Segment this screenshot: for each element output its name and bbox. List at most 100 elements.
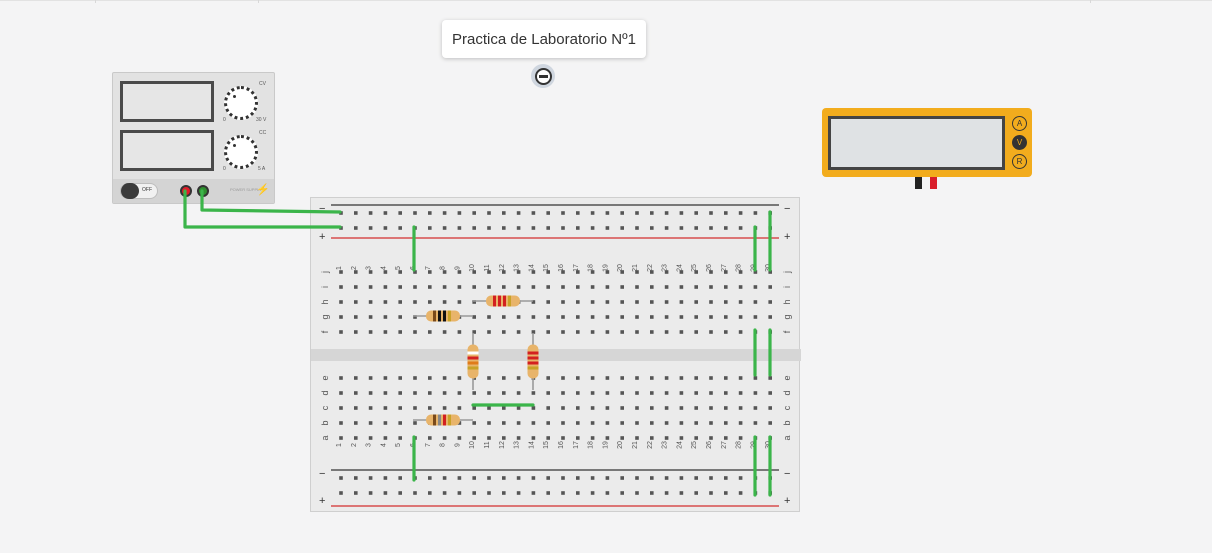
rail-hole [413, 226, 417, 230]
column-number-bottom: 28 [736, 441, 743, 449]
note-collapse-icon[interactable] [531, 64, 555, 88]
power-supply[interactable]: CV CC 0 30 V 0 5 A OFF POWER SUPPLY ⚡ [112, 72, 275, 204]
hole [709, 391, 713, 395]
hole [339, 436, 343, 440]
rail-hole [650, 491, 654, 495]
hole [502, 421, 506, 425]
hole [516, 406, 521, 410]
hole [590, 270, 595, 274]
negative-terminal[interactable] [197, 185, 209, 197]
column-number-bottom: 6 [410, 443, 417, 447]
multimeter-black-probe[interactable] [915, 177, 922, 189]
rail-hole [442, 491, 447, 495]
rail-hole [694, 491, 698, 495]
hole [339, 376, 343, 380]
rail-hole [413, 211, 417, 215]
column-number-top: 8 [440, 266, 447, 270]
rail-hole [664, 476, 669, 480]
hole [709, 436, 713, 440]
power-switch[interactable]: OFF [120, 183, 158, 199]
mode-voltmeter-button[interactable]: V [1012, 135, 1027, 150]
hole [590, 406, 595, 410]
rail-hole [620, 211, 624, 215]
hole [339, 330, 343, 334]
rail-hole [753, 211, 758, 215]
multimeter[interactable]: A V R [822, 108, 1032, 177]
hole [472, 376, 476, 380]
hole [487, 376, 491, 380]
hole [398, 300, 402, 304]
row-letter: g [782, 314, 792, 319]
column-number-bottom: 17 [573, 441, 580, 449]
rail-hole [428, 491, 432, 495]
hole [487, 406, 491, 410]
column-number-bottom: 20 [617, 441, 624, 449]
mode-ammeter-button[interactable]: A [1012, 116, 1027, 131]
hole [724, 330, 728, 334]
rail-hole [605, 226, 610, 230]
positive-terminal[interactable] [180, 185, 192, 197]
rail-hole [339, 226, 343, 230]
hole [561, 376, 565, 380]
hole [753, 315, 758, 319]
column-number-top: 9 [454, 266, 461, 270]
rail-hole [664, 211, 669, 215]
hole [487, 421, 491, 425]
row-letter: b [782, 420, 792, 425]
hole [457, 270, 462, 274]
hole [620, 315, 624, 319]
mode-ohmmeter-button[interactable]: R [1012, 154, 1027, 169]
column-number-bottom: 1 [336, 443, 343, 447]
column-number-bottom: 13 [514, 441, 521, 449]
hole [516, 376, 521, 380]
hole [620, 285, 624, 289]
breadboard-grid: −+−+−+−+11223344556677889910101111121213… [311, 203, 801, 507]
circuit-title-note[interactable]: Practica de Laboratorio Nº1 [442, 20, 646, 58]
hole [738, 436, 743, 440]
hole [768, 315, 772, 319]
hole [679, 406, 684, 410]
hole [487, 330, 491, 334]
rail-hole [694, 211, 698, 215]
hole [487, 285, 491, 289]
hole [768, 270, 772, 274]
rail-hole [738, 476, 743, 480]
rail-hole [472, 211, 476, 215]
hole [413, 421, 417, 425]
hole [620, 376, 624, 380]
hole [502, 376, 506, 380]
multimeter-red-probe[interactable] [930, 177, 937, 189]
breadboard[interactable]: − + − + − + − +1 1 2 2 3 3 4 4 5 5 6 6 7 7 8 8 9 9 10 10 11 11 12 12 13… [310, 197, 801, 512]
hole [413, 391, 417, 395]
hole [428, 391, 432, 395]
hole [753, 421, 758, 425]
column-number-bottom: 19 [602, 441, 609, 449]
hole [709, 270, 713, 274]
hole [724, 285, 728, 289]
hole [709, 376, 713, 380]
power-switch-knob[interactable] [121, 183, 139, 199]
rail-hole [487, 226, 491, 230]
rail-hole [620, 491, 624, 495]
hole [487, 270, 491, 274]
hole [576, 330, 580, 334]
rail-hole [561, 226, 565, 230]
hole [368, 406, 373, 410]
hole [339, 406, 343, 410]
hole [561, 436, 565, 440]
rail-hole [368, 491, 373, 495]
hole [368, 285, 373, 289]
hole [442, 330, 447, 334]
cc-label: CC [259, 130, 267, 136]
hole [383, 406, 388, 410]
hole [502, 436, 506, 440]
current-knob[interactable] [224, 135, 258, 169]
voltage-knob[interactable] [224, 86, 258, 120]
hole [428, 315, 432, 319]
hole [502, 406, 506, 410]
rail-hole [753, 491, 758, 495]
hole [442, 270, 447, 274]
hole [650, 406, 654, 410]
hole [576, 270, 580, 274]
column-number-bottom: 9 [454, 443, 461, 447]
